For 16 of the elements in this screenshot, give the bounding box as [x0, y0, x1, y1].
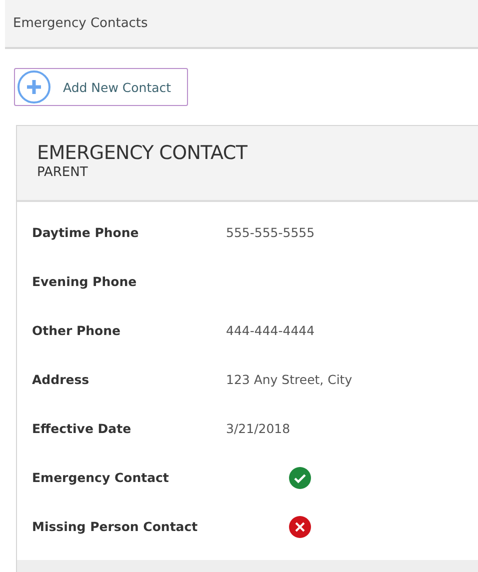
- field-label: Emergency Contact: [32, 470, 170, 485]
- field-label: Effective Date: [32, 421, 132, 436]
- field-label: Other Phone: [32, 323, 122, 338]
- field-value: 444-444-4444: [226, 323, 315, 338]
- field-label: Missing Person Contact: [32, 519, 199, 534]
- field-value: 3/21/2018: [226, 421, 290, 436]
- field-value: 555-555-5555: [226, 225, 315, 240]
- card-subtitle: PARENT: [37, 165, 89, 181]
- page-title: Emergency Contacts: [13, 16, 148, 31]
- field-label: Daytime Phone: [32, 225, 140, 240]
- field-value: 123 Any Street, City: [226, 372, 352, 387]
- card-title: EMERGENCY CONTACT: [37, 142, 248, 165]
- field-label: Address: [32, 372, 90, 387]
- plus-icon: [17, 70, 51, 104]
- add-contact-button[interactable]: Add New Contact: [14, 68, 188, 106]
- field-label: Evening Phone: [32, 274, 138, 289]
